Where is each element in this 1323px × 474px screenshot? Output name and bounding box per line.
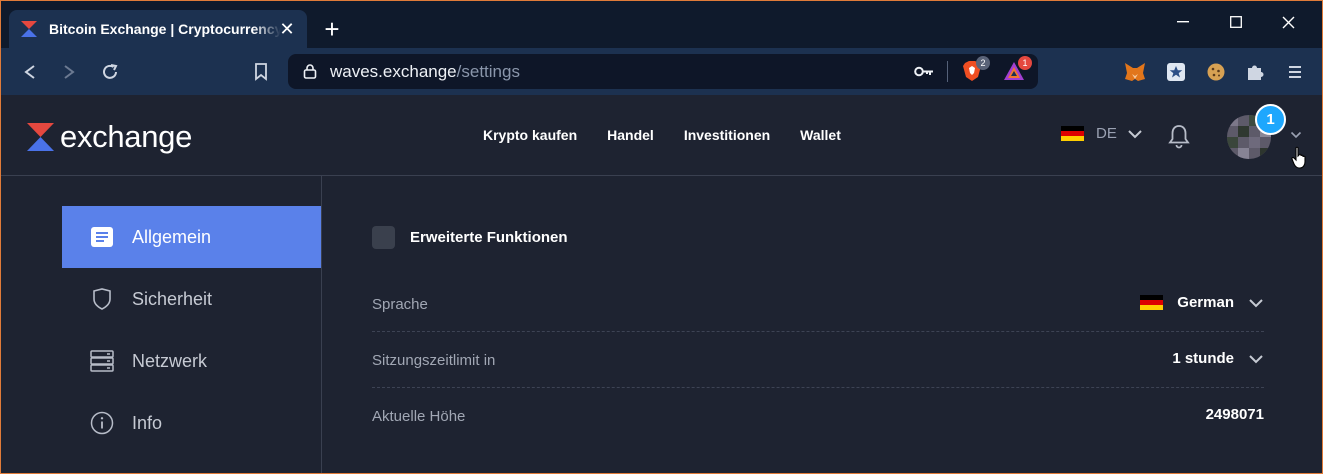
sidebar-item-security[interactable]: Sicherheit (62, 268, 321, 330)
metamask-icon[interactable] (1123, 60, 1147, 84)
settings-sidebar: Allgemein Sicherheit Netzwerk Info (1, 176, 322, 473)
sidebar-item-info[interactable]: Info (62, 392, 321, 454)
notifications-bell-icon[interactable] (1167, 123, 1191, 154)
language-label: Sprache (372, 296, 428, 313)
nav-investments[interactable]: Investitionen (684, 127, 770, 143)
bookmark-star-icon[interactable] (1164, 60, 1188, 84)
sidebar-item-general[interactable]: Allgemein (62, 206, 321, 268)
logo[interactable]: exchange (27, 119, 192, 155)
shield-icon (90, 287, 114, 311)
back-icon[interactable] (18, 60, 42, 84)
nav-trade[interactable]: Handel (607, 127, 654, 143)
settings-row-current-height: Aktuelle Höhe 2498071 (372, 388, 1264, 444)
settings-panel: Erweiterte Funktionen Sprache German Sit… (322, 176, 1322, 473)
chevron-down-icon (1128, 129, 1142, 138)
settings-row-language: Sprache German (372, 276, 1264, 332)
brave-shields-badge: 2 (976, 56, 990, 70)
list-icon (90, 225, 114, 249)
site-header: exchange Krypto kaufen Handel Investitio… (1, 95, 1322, 176)
settings-row-session-timeout: Sitzungszeitlimit in 1 stunde (372, 332, 1264, 388)
url-host: waves.exchange (330, 62, 457, 81)
tab-strip: Bitcoin Exchange | Cryptocurrency Exchan… (1, 1, 1322, 48)
hand-cursor-icon (1291, 146, 1306, 169)
sidebar-item-network[interactable]: Netzwerk (62, 330, 321, 392)
url-text: waves.exchange/settings (330, 62, 520, 82)
language-selector[interactable]: DE (1061, 125, 1143, 142)
browser-tab[interactable]: Bitcoin Exchange | Cryptocurrency Exchan… (9, 10, 307, 48)
chevron-down-icon (1249, 298, 1263, 307)
reload-icon[interactable] (98, 60, 122, 84)
menu-icon[interactable] (1283, 60, 1307, 84)
lock-icon (303, 64, 317, 79)
session-timeout-select[interactable]: 1 stunde (1172, 350, 1264, 367)
browser-toolbar: waves.exchange/settings 2 1 (1, 48, 1322, 95)
nav-wallet[interactable]: Wallet (800, 127, 841, 143)
waves-logo-icon (27, 123, 54, 151)
cookie-icon[interactable] (1204, 60, 1228, 84)
current-height-value-wrap: 2498071 (1206, 406, 1264, 423)
language-code: DE (1096, 125, 1117, 142)
current-height-label: Aktuelle Höhe (372, 408, 466, 425)
server-icon (90, 349, 114, 373)
main-nav: Krypto kaufen Handel Investitionen Walle… (483, 127, 841, 143)
url-path: /settings (456, 62, 520, 81)
account-chevron-down-icon[interactable] (1290, 131, 1302, 139)
notification-count-badge: 1 (1255, 104, 1286, 135)
german-flag-icon (1061, 126, 1084, 141)
tab-title: Bitcoin Exchange | Cryptocurrency Exchan… (49, 21, 281, 37)
brave-shields-icon[interactable]: 2 (961, 56, 990, 82)
advanced-features-label[interactable]: Erweiterte Funktionen (410, 229, 568, 246)
session-timeout-value: 1 stunde (1172, 350, 1234, 367)
bookmark-icon[interactable] (249, 60, 273, 84)
language-value: German (1177, 294, 1234, 311)
sidebar-item-label: Allgemein (132, 226, 212, 247)
logo-text: exchange (60, 119, 193, 154)
session-timeout-label: Sitzungszeitlimit in (372, 352, 496, 369)
advanced-features-checkbox[interactable] (372, 226, 395, 249)
extensions-puzzle-icon[interactable] (1243, 60, 1267, 84)
close-window-icon[interactable] (1265, 9, 1311, 35)
maximize-icon[interactable] (1213, 9, 1259, 35)
tab-close-icon[interactable]: ✕ (277, 19, 297, 39)
sidebar-item-label: Netzwerk (132, 350, 208, 371)
sidebar-item-label: Sicherheit (132, 288, 213, 309)
address-bar[interactable]: waves.exchange/settings 2 1 (288, 54, 1038, 89)
sidebar-item-label: Info (132, 412, 163, 433)
info-icon (90, 411, 114, 435)
brave-rewards-badge: 1 (1018, 56, 1032, 70)
language-select[interactable]: German (1140, 294, 1264, 311)
new-tab-button[interactable]: + (319, 16, 345, 43)
nav-buy-crypto[interactable]: Krypto kaufen (483, 127, 577, 143)
minimize-icon[interactable] (1160, 9, 1206, 35)
omnibox-divider (947, 61, 948, 82)
forward-icon[interactable] (57, 60, 81, 84)
key-icon[interactable] (914, 65, 934, 78)
german-flag-icon (1140, 295, 1164, 310)
chevron-down-icon (1249, 354, 1263, 363)
browser-window: Bitcoin Exchange | Cryptocurrency Exchan… (0, 0, 1323, 474)
waves-exchange-favicon (21, 21, 37, 37)
current-height-value: 2498071 (1205, 406, 1264, 423)
brave-rewards-icon[interactable]: 1 (1003, 56, 1032, 82)
